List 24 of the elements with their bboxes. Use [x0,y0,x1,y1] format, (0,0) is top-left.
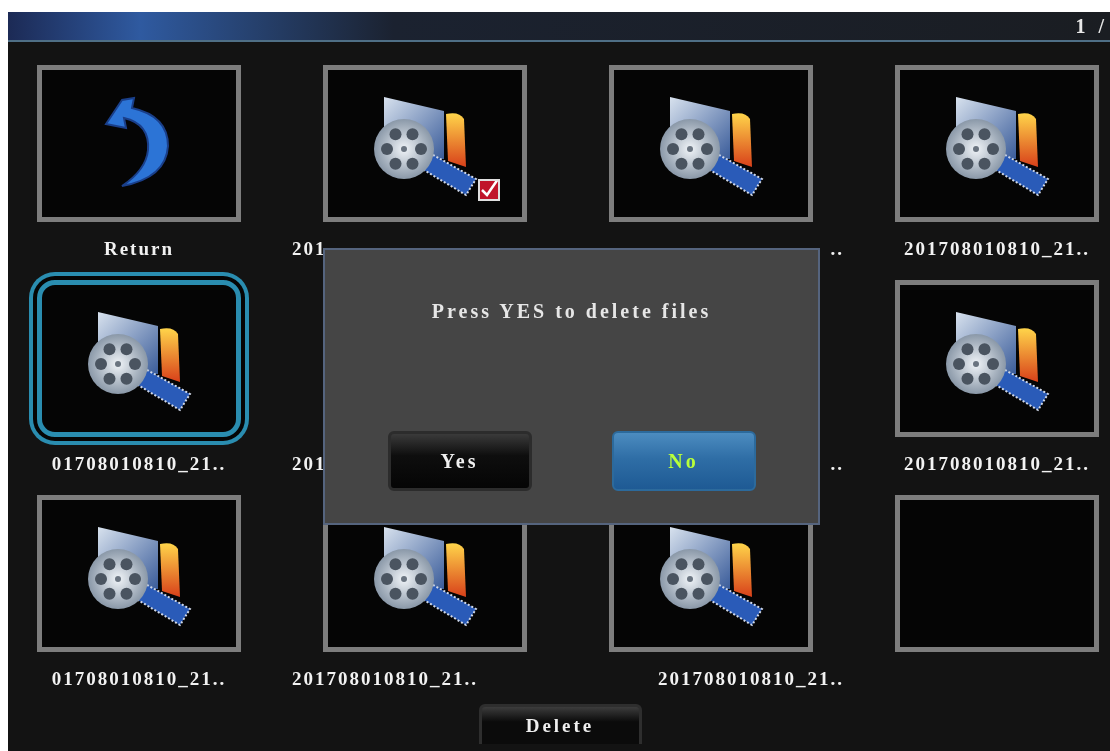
file-name-label: 201708010810_21.. [292,668,478,690]
dialog-button[interactable]: Yes [387,431,532,491]
page-indicator: 1 / [1075,14,1109,38]
file-name-label: 201708010810_21.. [904,453,1090,475]
empty-tile[interactable] [895,495,1099,652]
checkbox[interactable] [478,179,500,201]
file-name-label: 201 [292,238,327,260]
file-name-label: 201708010810_21.. [904,238,1090,260]
video-file-tile[interactable] [895,65,1099,222]
file-name-label: .. [830,453,844,475]
video-file-tile[interactable] [895,280,1099,437]
video-file-tile[interactable] [609,65,813,222]
file-name-label: 201 [292,453,327,475]
file-name-label: 01708010810_21.. [51,668,227,690]
delete-button[interactable]: Delete [478,704,642,744]
dialog-button[interactable]: No [611,431,756,491]
video-file-tile[interactable] [37,495,241,652]
file-name-label: .. [830,238,844,260]
file-name-label: Return [103,238,175,260]
file-name-label: 201708010810_21.. [658,668,844,690]
file-name-label: 01708010810_21.. [51,453,227,475]
dialog-message: Press YES to delete files [431,300,712,323]
video-file-tile[interactable] [323,65,527,222]
return-tile[interactable] [37,65,241,222]
